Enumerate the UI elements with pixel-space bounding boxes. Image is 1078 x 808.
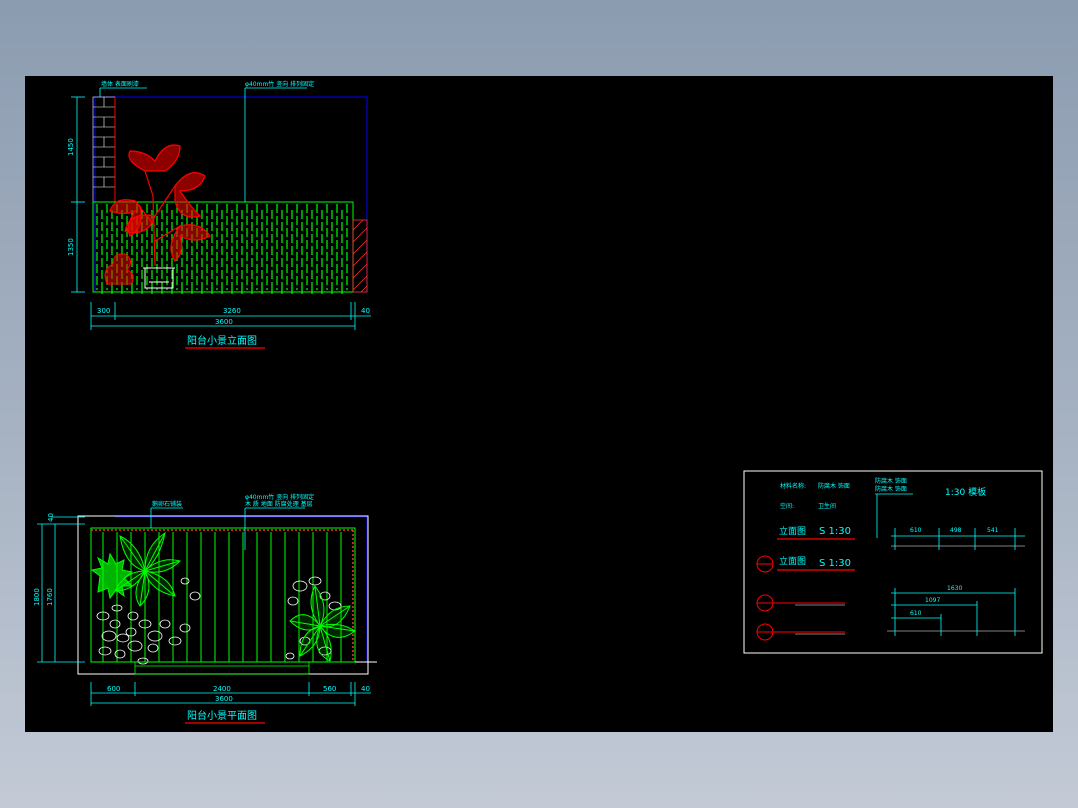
brick-column <box>92 96 116 203</box>
small-red-shrub <box>104 253 134 285</box>
plan-dim-bottom-4: 40 <box>361 685 370 693</box>
plan-note-left: 鹅卵石铺装 <box>152 500 182 508</box>
plan-note-right-1: φ40mm竹 竖向 排列固定 <box>245 493 314 501</box>
elevation-dim-bottom-1: 300 <box>97 307 110 315</box>
plan-dim-bottom-1: 600 <box>107 685 120 693</box>
plan-dim-left-top: 40 <box>47 513 55 522</box>
tb-section-mark-1 <box>756 555 774 573</box>
tb-row2-label: 空间: <box>780 502 794 510</box>
plan-plant-small <box>90 552 134 600</box>
tb-elev-scale-2: S 1:30 <box>819 558 851 569</box>
plan-note-right-2: 木 质 地面 防腐处理 基层 <box>245 500 313 508</box>
plan-dim-left-outer: 1800 <box>33 588 41 606</box>
title-block: 材料名称: 防腐木 饰面 空间: 卫生间 立面图 S 1:30 立面图 S 1:… <box>743 470 1043 654</box>
tb-section-mark-2 <box>756 594 845 612</box>
tb-elev-label-2: 立面图 <box>779 555 806 567</box>
elevation-dim-lower: 1350 <box>67 238 75 256</box>
tb-dim-r1-3: 541 <box>987 527 999 534</box>
tb-top-note-1: 防腐木 饰面 <box>875 477 907 485</box>
plan-title: 阳台小景平面图 <box>187 709 257 722</box>
elevation-dim-upper: 1450 <box>67 138 75 156</box>
tb-row1-label: 材料名称: <box>780 482 806 490</box>
elevation-frame <box>94 96 368 293</box>
elevation-drawing: 墙体 表面刷漆 φ40mm竹 竖向 排列固定 1450 1350 300 326… <box>67 80 371 349</box>
tb-row1-value: 防腐木 饰面 <box>818 482 850 490</box>
tb-dim-r2-3: 610 <box>910 610 922 617</box>
plan-plant-left <box>114 531 181 607</box>
elevation-dim-bottom-3: 40 <box>361 307 370 315</box>
plan-dim-left-inner: 1760 <box>46 588 54 606</box>
tb-dim-r2-1: 1630 <box>947 585 962 592</box>
tb-dim-r2-2: 1097 <box>925 597 940 604</box>
elevation-dim-bottom-2: 3260 <box>223 307 241 315</box>
tb-scale-title: 1:30 模板 <box>945 486 986 498</box>
tb-row2-value: 卫生间 <box>818 502 836 510</box>
cad-drawing-area[interactable]: 墙体 表面刷漆 φ40mm竹 竖向 排列固定 1450 1350 300 326… <box>25 76 1053 732</box>
plan-dim-bottom-3: 560 <box>323 685 336 693</box>
plan-plant-right <box>289 585 356 662</box>
potted-plant <box>109 144 211 267</box>
elevation-title: 阳台小景立面图 <box>187 334 257 347</box>
elevation-note-right: φ40mm竹 竖向 排列固定 <box>245 80 314 88</box>
plan-drawing: 鹅卵石铺装 φ40mm竹 竖向 排列固定 木 质 地面 防腐处理 基层 40 1… <box>33 493 377 724</box>
plant-pot <box>143 267 175 289</box>
plan-dim-bottom-2: 2400 <box>213 685 231 693</box>
tb-elev-label-1: 立面图 <box>779 525 806 537</box>
tb-dim-r1-1: 610 <box>910 527 922 534</box>
elevation-dim-total: 3600 <box>215 318 233 326</box>
wall-hatch <box>352 219 368 293</box>
plan-dim-total: 3600 <box>215 695 233 703</box>
tb-section-mark-3 <box>756 623 845 641</box>
elevation-note-left: 墙体 表面刷漆 <box>101 80 139 88</box>
tb-elev-scale-1: S 1:30 <box>819 526 851 537</box>
tb-top-note-2: 防腐木 饰面 <box>875 485 907 493</box>
tb-dim-r1-2: 498 <box>950 527 962 534</box>
